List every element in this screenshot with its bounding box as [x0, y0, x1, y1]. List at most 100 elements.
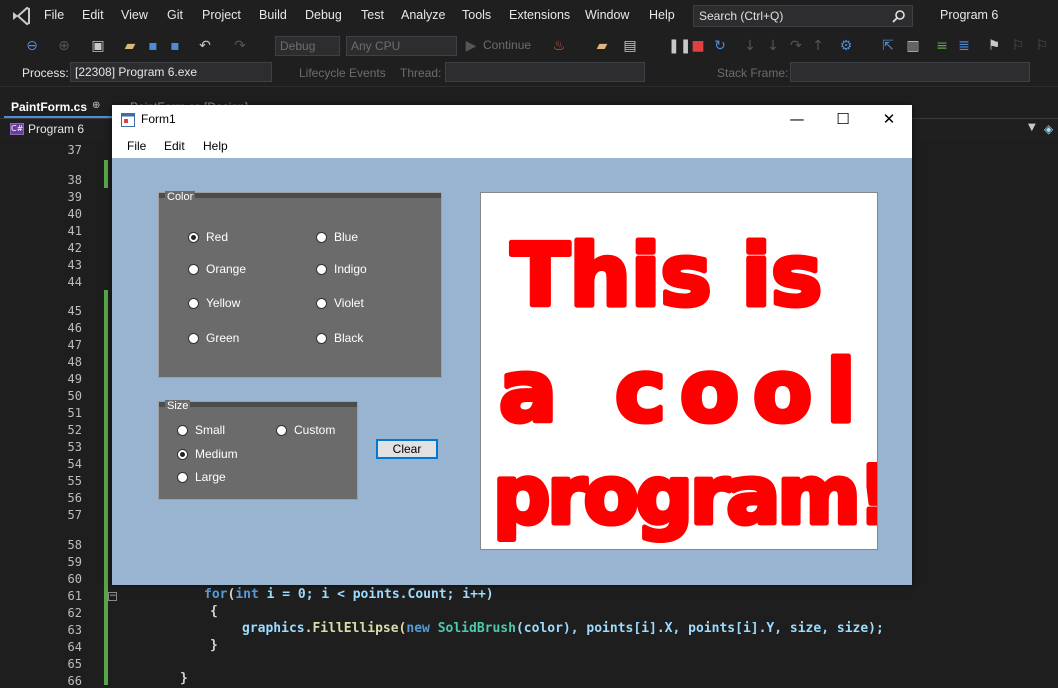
bookmark-icon[interactable]: ⚑: [986, 38, 1002, 54]
vs-menu-file[interactable]: File: [44, 8, 64, 22]
vs-menu-git[interactable]: Git: [167, 8, 183, 22]
radio-green-circle[interactable]: [188, 332, 199, 344]
vs-debug-location-bar: Process: [22308] Program 6.exe Lifecycle…: [0, 60, 1058, 87]
play-icon[interactable]: ▶: [463, 38, 479, 54]
cursor-icon[interactable]: ⇱: [880, 38, 896, 54]
diagnostics-icon[interactable]: ⚙: [838, 38, 854, 54]
stack-frame-label: Stack Frame:: [717, 66, 789, 80]
radio-medium-circle[interactable]: [177, 448, 188, 460]
radio-black-circle[interactable]: [316, 332, 327, 344]
size-groupbox: Size Small Custom Medium Large: [158, 400, 358, 500]
redo-icon[interactable]: ↷: [232, 38, 248, 54]
radio-indigo-circle[interactable]: [316, 263, 327, 275]
radio-custom[interactable]: Custom: [276, 423, 335, 437]
save-all-icon[interactable]: ▪: [167, 38, 183, 54]
vs-menu-debug[interactable]: Debug: [305, 8, 342, 22]
form-menu-help[interactable]: Help: [203, 139, 228, 153]
maximize-icon[interactable]: ☐: [820, 105, 866, 135]
step-out-icon[interactable]: ↷: [788, 38, 804, 54]
folder-icon[interactable]: ▰: [594, 38, 610, 54]
vs-menu-tools[interactable]: Tools: [462, 8, 491, 22]
form-menu-strip: File Edit Help: [112, 135, 912, 158]
step-up-icon[interactable]: ↑: [810, 38, 826, 54]
stack-frame-select[interactable]: [790, 62, 1030, 82]
form-menu-file[interactable]: File: [127, 139, 146, 153]
radio-small[interactable]: Small: [177, 423, 225, 437]
radio-violet-circle[interactable]: [316, 297, 327, 309]
radio-large-circle[interactable]: [177, 471, 188, 483]
collapse-icon[interactable]: −: [108, 592, 117, 601]
close-icon[interactable]: ✕: [866, 105, 912, 135]
radio-blue[interactable]: Blue: [316, 230, 358, 244]
step-into-icon[interactable]: ↓: [742, 38, 758, 54]
hot-reload-icon[interactable]: ♨: [551, 38, 567, 54]
radio-orange-circle[interactable]: [188, 263, 199, 275]
form-menu-edit[interactable]: Edit: [164, 139, 185, 153]
vs-search-box[interactable]: Search (Ctrl+Q): [693, 5, 913, 27]
minimize-icon[interactable]: —: [774, 105, 820, 135]
solution-configuration-select[interactable]: Debug: [275, 36, 340, 56]
back-icon[interactable]: ⊖: [24, 38, 40, 54]
line-number: 66: [67, 674, 82, 688]
tab-paintform-cs[interactable]: PaintForm.cs ⊕: [4, 97, 122, 118]
form-title-bar[interactable]: Form1 — ☐ ✕: [112, 105, 912, 135]
thread-select[interactable]: [445, 62, 645, 82]
drawn-text-line-1: This is: [511, 226, 822, 326]
pause-icon[interactable]: ❚❚: [668, 38, 691, 54]
project-dropdown[interactable]: Program 6: [28, 122, 84, 136]
line-number: 44: [67, 275, 82, 289]
vs-menu-window[interactable]: Window: [585, 8, 629, 22]
vs-menu-view[interactable]: View: [121, 8, 148, 22]
radio-black[interactable]: Black: [316, 331, 363, 345]
radio-orange[interactable]: Orange: [188, 262, 246, 276]
bookmark-prev-icon[interactable]: ⚐: [1010, 38, 1026, 54]
radio-yellow[interactable]: Yellow: [188, 296, 240, 310]
vs-menu-test[interactable]: Test: [361, 8, 384, 22]
radio-red[interactable]: Red: [188, 230, 228, 244]
continue-button[interactable]: Continue: [483, 38, 531, 52]
csharp-file-icon: C#: [10, 123, 24, 135]
pin-icon[interactable]: ⊕: [92, 100, 100, 111]
drawn-text-line-2: a cool: [499, 342, 870, 442]
vs-menu-edit[interactable]: Edit: [82, 8, 104, 22]
radio-green[interactable]: Green: [188, 331, 239, 345]
vs-menu-project[interactable]: Project: [202, 8, 241, 22]
solution-platform-select[interactable]: Any CPU: [346, 36, 457, 56]
size-group-legend: Size: [165, 400, 191, 412]
drawing-canvas[interactable]: This is a cool program!: [480, 192, 897, 550]
radio-small-circle[interactable]: [177, 424, 188, 436]
clear-button[interactable]: Clear: [376, 439, 438, 459]
vs-menu-build[interactable]: Build: [259, 8, 287, 22]
radio-indigo[interactable]: Indigo: [316, 262, 367, 276]
radio-medium[interactable]: Medium: [177, 447, 238, 461]
radio-blue-circle[interactable]: [316, 231, 327, 243]
forward-icon[interactable]: ⊕: [56, 38, 72, 54]
visual-studio-logo-icon[interactable]: [10, 5, 32, 27]
step-over-icon[interactable]: ↓: [765, 38, 781, 54]
new-project-icon[interactable]: ▣: [90, 38, 106, 54]
panels-icon[interactable]: ▥: [905, 38, 921, 54]
indent-icon[interactable]: ≡: [934, 38, 950, 54]
restart-icon[interactable]: ↻: [712, 38, 728, 54]
radio-custom-circle[interactable]: [276, 424, 287, 436]
process-select[interactable]: [22308] Program 6.exe: [70, 62, 272, 82]
line-number: 62: [67, 606, 82, 620]
outdent-icon[interactable]: ≣: [956, 38, 972, 54]
radio-large[interactable]: Large: [177, 470, 226, 484]
open-folder-icon[interactable]: ▰: [122, 38, 138, 54]
undo-icon[interactable]: ↶: [197, 38, 213, 54]
radio-red-circle[interactable]: [188, 231, 199, 243]
save-icon[interactable]: ▪: [145, 38, 161, 54]
line-number: 63: [67, 623, 82, 637]
vs-menu-help[interactable]: Help: [649, 8, 675, 22]
radio-yellow-circle[interactable]: [188, 297, 199, 309]
vs-menu-extensions[interactable]: Extensions: [509, 8, 570, 22]
vs-menu-analyze[interactable]: Analyze: [401, 8, 445, 22]
chevron-down-icon[interactable]: ▼: [1028, 122, 1036, 133]
radio-violet[interactable]: Violet: [316, 296, 364, 310]
line-number: 59: [67, 555, 82, 569]
window-layout-icon[interactable]: ▤: [622, 38, 638, 54]
bookmark-next-icon[interactable]: ⚐: [1034, 38, 1050, 54]
stop-icon[interactable]: ■: [690, 38, 706, 54]
lifecycle-events-button[interactable]: Lifecycle Events: [299, 66, 386, 80]
